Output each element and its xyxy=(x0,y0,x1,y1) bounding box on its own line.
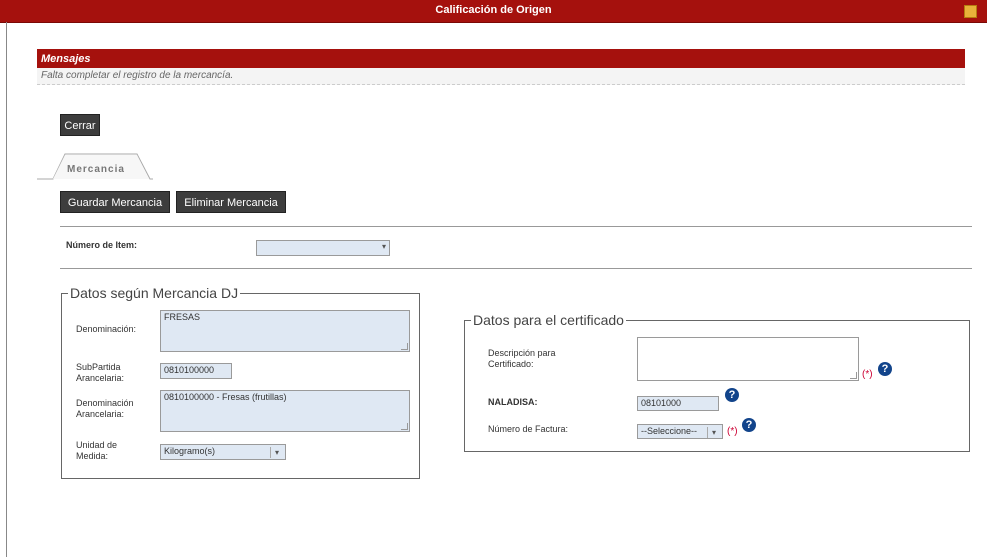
window-close-icon[interactable] xyxy=(964,5,977,18)
window-title: Calificación de Origen xyxy=(435,4,552,16)
factura-value: --Seleccione-- xyxy=(641,426,698,436)
messages-body: Falta completar el registro de la mercan… xyxy=(37,68,965,85)
descripcion-label: Descripción para Certificado: xyxy=(488,348,556,369)
unidad-value: Kilogramo(s) xyxy=(164,446,216,456)
den-arancelaria-label: Denominación Arancelaria: xyxy=(76,398,134,419)
subpartida-label: SubPartida Arancelaria: xyxy=(76,362,125,383)
unidad-select[interactable]: Kilogramo(s) ▾ xyxy=(160,444,286,460)
denominacion-value: FRESAS xyxy=(164,312,201,322)
factura-help-icon[interactable]: ? xyxy=(742,418,756,432)
chevron-down-icon: ▾ xyxy=(270,447,283,458)
tab-mercancia-label: Mercancia xyxy=(67,164,125,175)
tab-mercancia[interactable]: Mercancia xyxy=(37,152,153,180)
den-arancelaria-value: 0810100000 - Fresas (frutillas) xyxy=(164,392,287,402)
messages-text: Falta completar el registro de la mercan… xyxy=(41,70,234,81)
save-mercancia-button[interactable]: Guardar Mercancia xyxy=(60,191,170,213)
close-button[interactable]: Cerrar xyxy=(60,114,100,136)
resize-grip-icon[interactable] xyxy=(401,423,408,430)
divider-bottom xyxy=(60,268,972,269)
window-titlebar: Calificación de Origen xyxy=(0,0,987,23)
factura-required-mark: (*) xyxy=(727,426,738,437)
descripcion-help-icon[interactable]: ? xyxy=(878,362,892,376)
factura-label: Número de Factura: xyxy=(488,424,569,434)
messages-title: Mensajes xyxy=(41,53,91,65)
descripcion-required-mark: (*) xyxy=(862,369,873,380)
subpartida-value: 0810100000 xyxy=(164,365,215,375)
chevron-down-icon: ▾ xyxy=(707,427,720,438)
denominacion-field[interactable]: FRESAS xyxy=(160,310,410,352)
cert-legend: Datos para el certificado xyxy=(471,312,626,328)
factura-select[interactable]: --Seleccione-- ▾ xyxy=(637,424,723,439)
item-number-label: Número de Item: xyxy=(66,240,138,250)
delete-mercancia-button[interactable]: Eliminar Mercancia xyxy=(176,191,286,213)
naladisa-help-icon[interactable]: ? xyxy=(725,388,739,402)
den-arancelaria-field[interactable]: 0810100000 - Fresas (frutillas) xyxy=(160,390,410,432)
divider-top xyxy=(60,226,972,227)
messages-header: Mensajes xyxy=(37,49,965,68)
denominacion-label: Denominación: xyxy=(76,324,137,334)
naladisa-value: 08101000 xyxy=(641,398,682,408)
naladisa-field[interactable]: 08101000 xyxy=(637,396,719,411)
descripcion-field[interactable] xyxy=(637,337,859,381)
unidad-label: Unidad de Medida: xyxy=(76,440,118,461)
resize-grip-icon[interactable] xyxy=(401,343,408,350)
item-number-caret-icon: ▾ xyxy=(381,242,386,251)
subpartida-field[interactable]: 0810100000 xyxy=(160,363,232,379)
resize-grip-icon[interactable] xyxy=(850,372,857,379)
window-frame-left xyxy=(6,22,7,557)
naladisa-label: NALADISA: xyxy=(488,397,538,407)
dj-legend: Datos según Mercancia DJ xyxy=(68,285,241,301)
item-number-select[interactable]: ▾ xyxy=(256,240,390,256)
